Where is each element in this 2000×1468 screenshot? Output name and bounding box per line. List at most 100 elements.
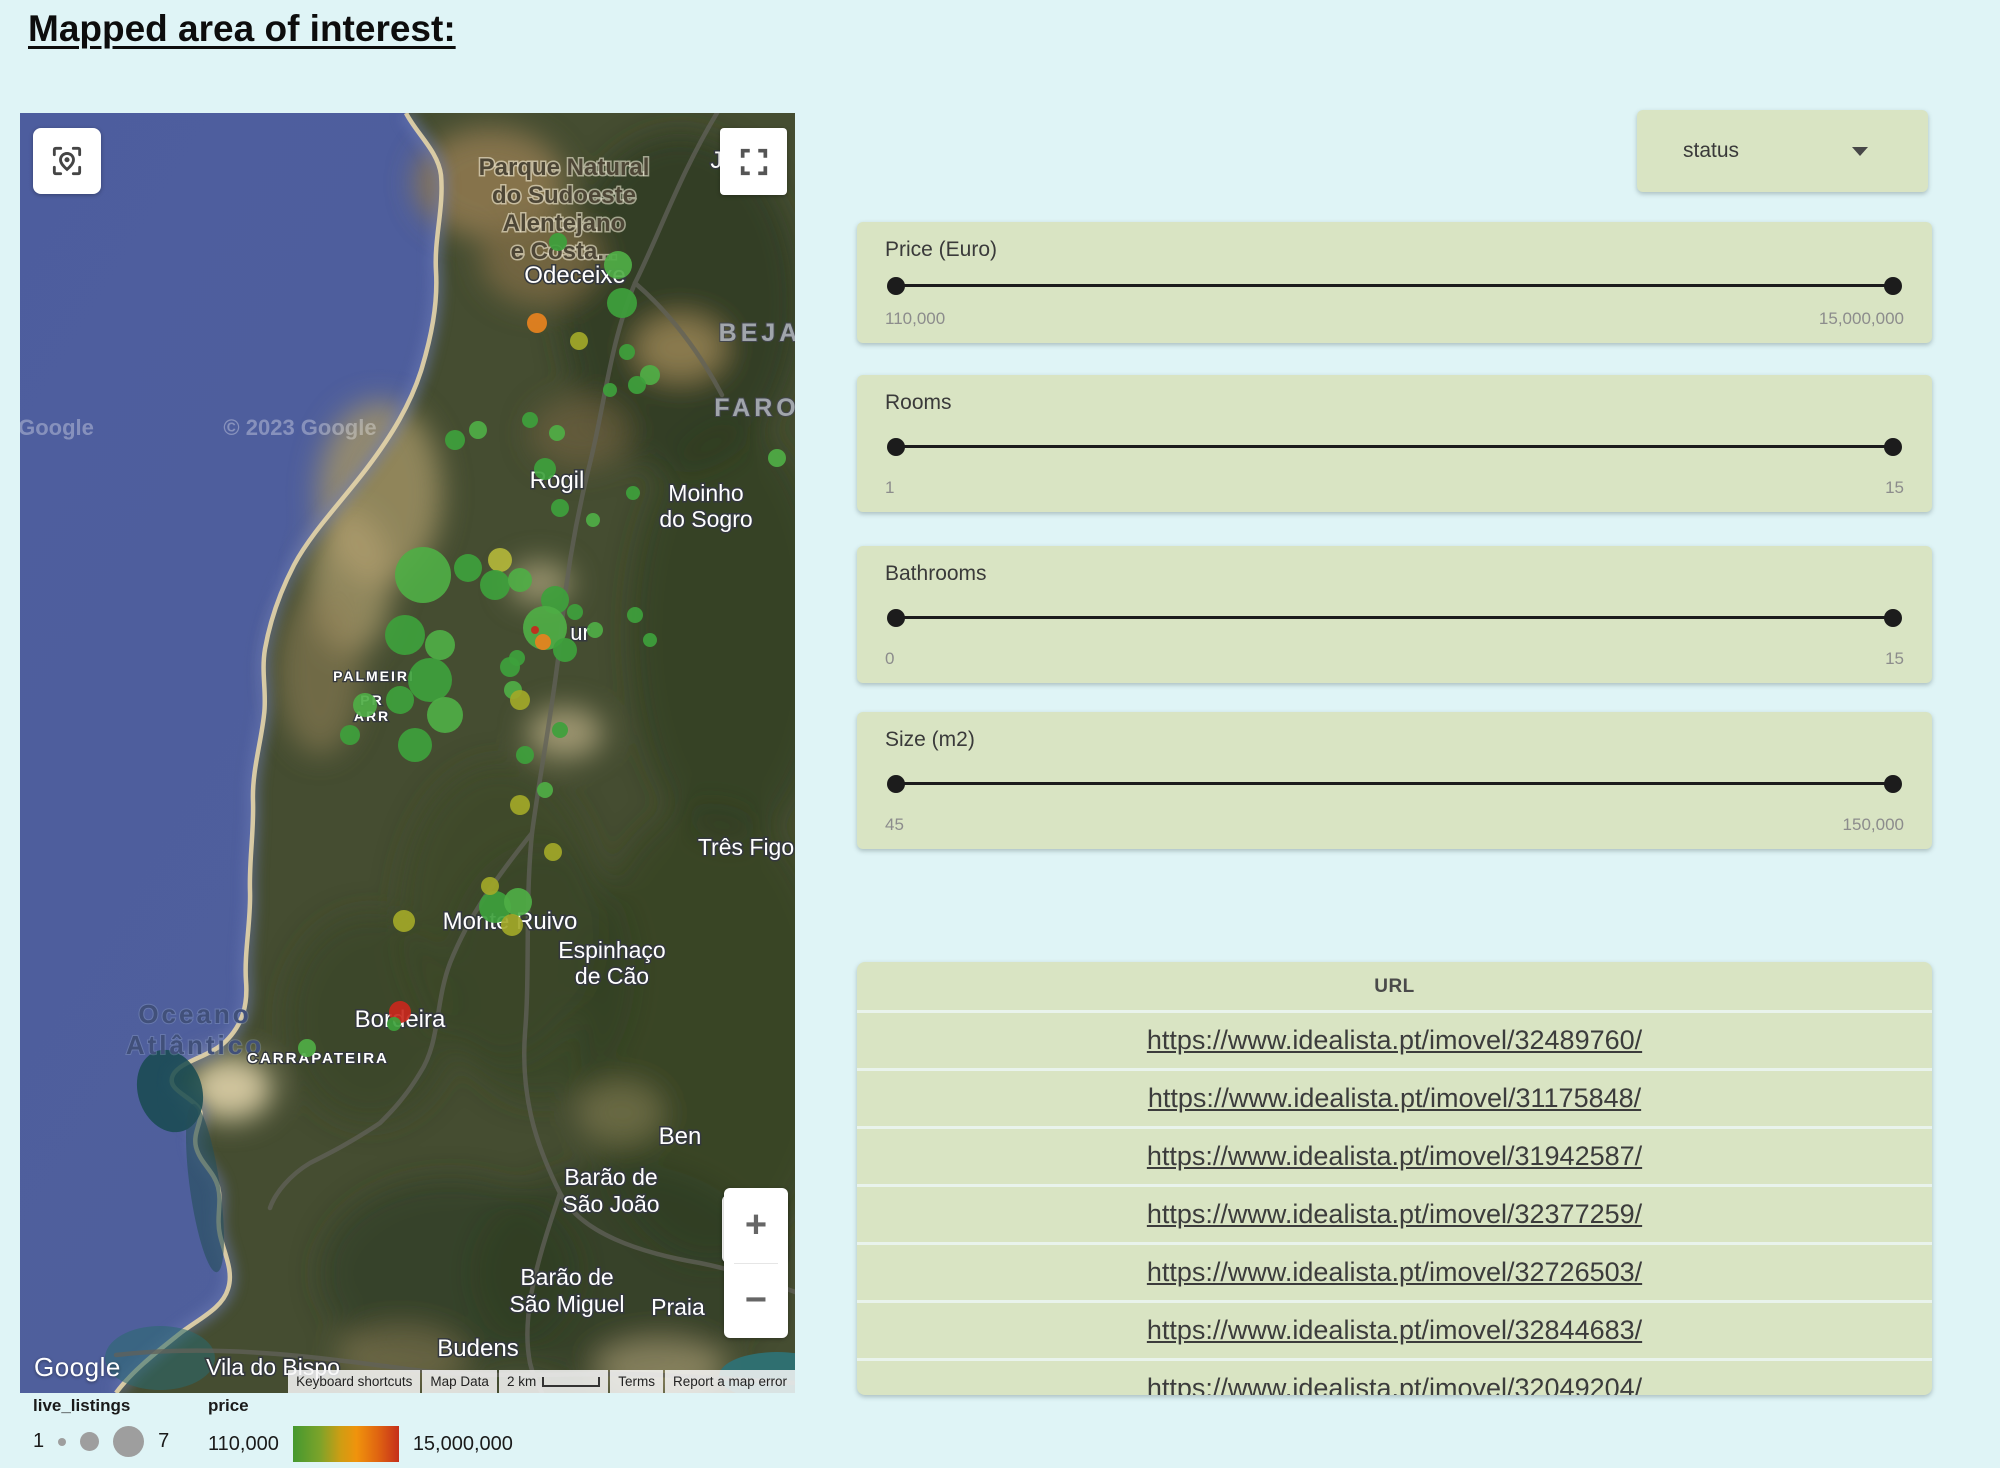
listing-marker[interactable]	[510, 795, 530, 815]
listing-marker[interactable]	[549, 425, 565, 441]
keyboard-shortcuts-button[interactable]: Keyboard shortcuts	[288, 1370, 420, 1393]
listing-marker[interactable]	[552, 722, 568, 738]
table-row: https://www.idealista.pt/imovel/32049204…	[857, 1358, 1932, 1395]
price-max-handle[interactable]	[1884, 277, 1902, 295]
listing-marker[interactable]	[509, 650, 525, 666]
table-row: https://www.idealista.pt/imovel/32726503…	[857, 1242, 1932, 1300]
map[interactable]: Parque Naturaldo SudoesteAlentejanoe Cos…	[20, 113, 795, 1393]
price-range-slider[interactable]	[887, 276, 1902, 296]
rooms-max-value: 15	[1885, 478, 1904, 498]
listing-marker[interactable]	[353, 693, 377, 717]
listing-marker[interactable]	[628, 376, 646, 394]
listing-marker[interactable]	[768, 449, 786, 467]
table-row: https://www.idealista.pt/imovel/32377259…	[857, 1184, 1932, 1242]
size-max-handle[interactable]	[1884, 775, 1902, 793]
status-dropdown-label: status	[1683, 139, 1739, 163]
terms-link[interactable]: Terms	[610, 1370, 663, 1393]
map-data-label[interactable]: Map Data	[422, 1370, 497, 1393]
listing-marker[interactable]	[643, 633, 657, 647]
listing-marker[interactable]	[387, 1017, 401, 1031]
listing-marker[interactable]	[544, 843, 562, 861]
price-slider-label: Price (Euro)	[885, 238, 1904, 262]
url-link[interactable]: https://www.idealista.pt/imovel/31175848…	[1148, 1083, 1641, 1113]
rooms-min-value: 1	[885, 478, 894, 498]
listing-marker[interactable]	[340, 725, 360, 745]
report-map-error-link[interactable]: Report a map error	[665, 1370, 795, 1393]
rooms-slider-label: Rooms	[885, 391, 1904, 415]
color-legend: price 110,000 15,000,000	[208, 1396, 513, 1462]
zoom-in-button[interactable]: +	[724, 1188, 788, 1263]
bathrooms-max-handle[interactable]	[1884, 609, 1902, 627]
map-label: Moinhodo Sogro	[659, 480, 752, 532]
url-link[interactable]: https://www.idealista.pt/imovel/32049204…	[1147, 1373, 1642, 1395]
listing-marker[interactable]	[587, 622, 603, 638]
listing-marker[interactable]	[408, 658, 452, 702]
size-legend: live_listings 1 7	[33, 1396, 169, 1457]
url-link[interactable]: https://www.idealista.pt/imovel/31942587…	[1147, 1141, 1642, 1171]
rooms-min-handle[interactable]	[887, 438, 905, 456]
listing-marker[interactable]	[488, 548, 512, 572]
bathrooms-min-handle[interactable]	[887, 609, 905, 627]
slider-rail	[896, 445, 1893, 448]
map-canvas[interactable]: Parque Naturaldo SudoesteAlentejanoe Cos…	[20, 113, 795, 1393]
bathrooms-range-slider[interactable]	[887, 608, 1902, 628]
size-range-slider[interactable]	[887, 774, 1902, 794]
bathrooms-min-value: 0	[885, 649, 894, 669]
listing-marker[interactable]	[427, 697, 463, 733]
listing-marker[interactable]	[395, 547, 451, 603]
listing-marker[interactable]	[551, 499, 569, 517]
listing-marker[interactable]	[553, 638, 577, 662]
url-link[interactable]: https://www.idealista.pt/imovel/32726503…	[1147, 1257, 1642, 1287]
status-dropdown[interactable]: status	[1637, 110, 1928, 192]
listing-marker[interactable]	[508, 568, 532, 592]
listing-marker[interactable]	[481, 877, 499, 895]
listing-marker[interactable]	[385, 615, 425, 655]
listing-marker[interactable]	[522, 412, 538, 428]
listing-marker[interactable]	[398, 728, 432, 762]
listing-marker[interactable]	[603, 383, 617, 397]
listing-marker[interactable]	[604, 251, 632, 279]
listing-marker[interactable]	[619, 344, 635, 360]
listing-marker[interactable]	[298, 1039, 316, 1057]
listing-marker[interactable]	[454, 554, 482, 582]
bathrooms-filter-panel: Bathrooms 0 15	[857, 546, 1932, 683]
price-min-handle[interactable]	[887, 277, 905, 295]
table-row: https://www.idealista.pt/imovel/31175848…	[857, 1068, 1932, 1126]
url-link[interactable]: https://www.idealista.pt/imovel/32844683…	[1147, 1315, 1642, 1345]
listing-marker[interactable]	[393, 910, 415, 932]
listing-marker[interactable]	[504, 888, 532, 916]
url-link[interactable]: https://www.idealista.pt/imovel/32377259…	[1147, 1199, 1642, 1229]
listing-marker[interactable]	[516, 746, 534, 764]
listing-marker[interactable]	[425, 630, 455, 660]
listing-marker[interactable]	[531, 626, 539, 634]
listing-marker[interactable]	[537, 782, 553, 798]
listing-marker[interactable]	[627, 607, 643, 623]
page-title: Mapped area of interest:	[28, 8, 456, 50]
listing-marker[interactable]	[534, 458, 556, 480]
listing-marker[interactable]	[480, 570, 510, 600]
listing-marker[interactable]	[586, 513, 600, 527]
listing-marker[interactable]	[469, 421, 487, 439]
frame-markers-button[interactable]	[33, 128, 101, 194]
listing-marker[interactable]	[386, 686, 414, 714]
url-link[interactable]: https://www.idealista.pt/imovel/32489760…	[1147, 1025, 1642, 1055]
google-logo[interactable]: Google	[34, 1352, 121, 1383]
listing-marker[interactable]	[445, 430, 465, 450]
fullscreen-button[interactable]	[720, 128, 787, 195]
listing-marker[interactable]	[626, 486, 640, 500]
size-min-handle[interactable]	[887, 775, 905, 793]
listing-marker[interactable]	[549, 233, 567, 251]
listing-marker[interactable]	[535, 634, 551, 650]
listing-marker[interactable]	[570, 332, 588, 350]
rooms-max-handle[interactable]	[1884, 438, 1902, 456]
bathrooms-slider-bounds: 0 15	[885, 649, 1904, 669]
listing-marker[interactable]	[501, 914, 523, 936]
size-max-value: 150,000	[1843, 815, 1904, 835]
zoom-out-button[interactable]: −	[724, 1264, 788, 1339]
listing-marker[interactable]	[567, 604, 583, 620]
listing-marker[interactable]	[607, 288, 637, 318]
listing-marker[interactable]	[527, 313, 547, 333]
table-row: https://www.idealista.pt/imovel/31942587…	[857, 1126, 1932, 1184]
rooms-range-slider[interactable]	[887, 437, 1902, 457]
listing-marker[interactable]	[510, 690, 530, 710]
